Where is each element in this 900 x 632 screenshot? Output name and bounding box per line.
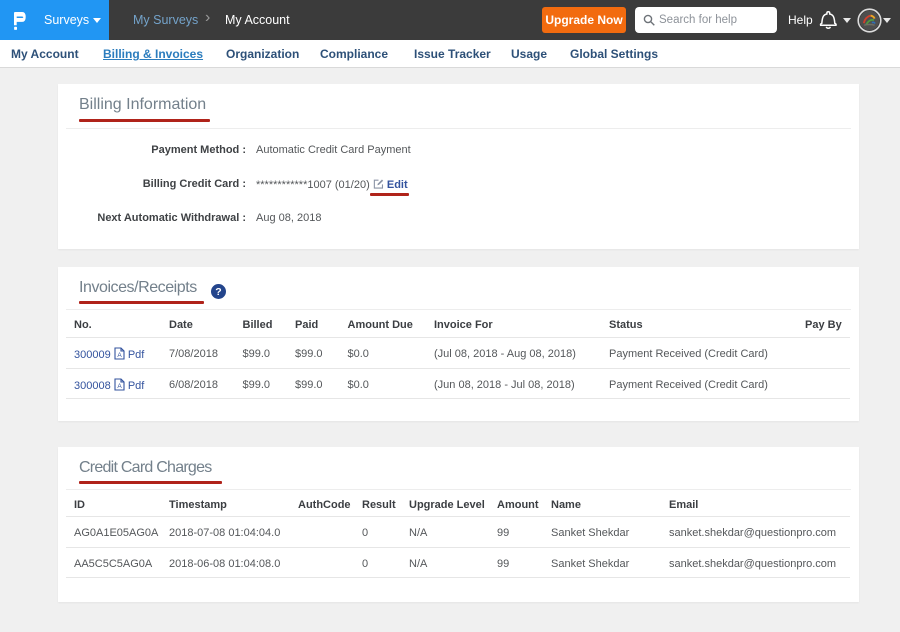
svg-text:A: A <box>117 383 122 390</box>
svg-text:A: A <box>117 352 122 359</box>
svg-text:?: ? <box>215 286 221 298</box>
